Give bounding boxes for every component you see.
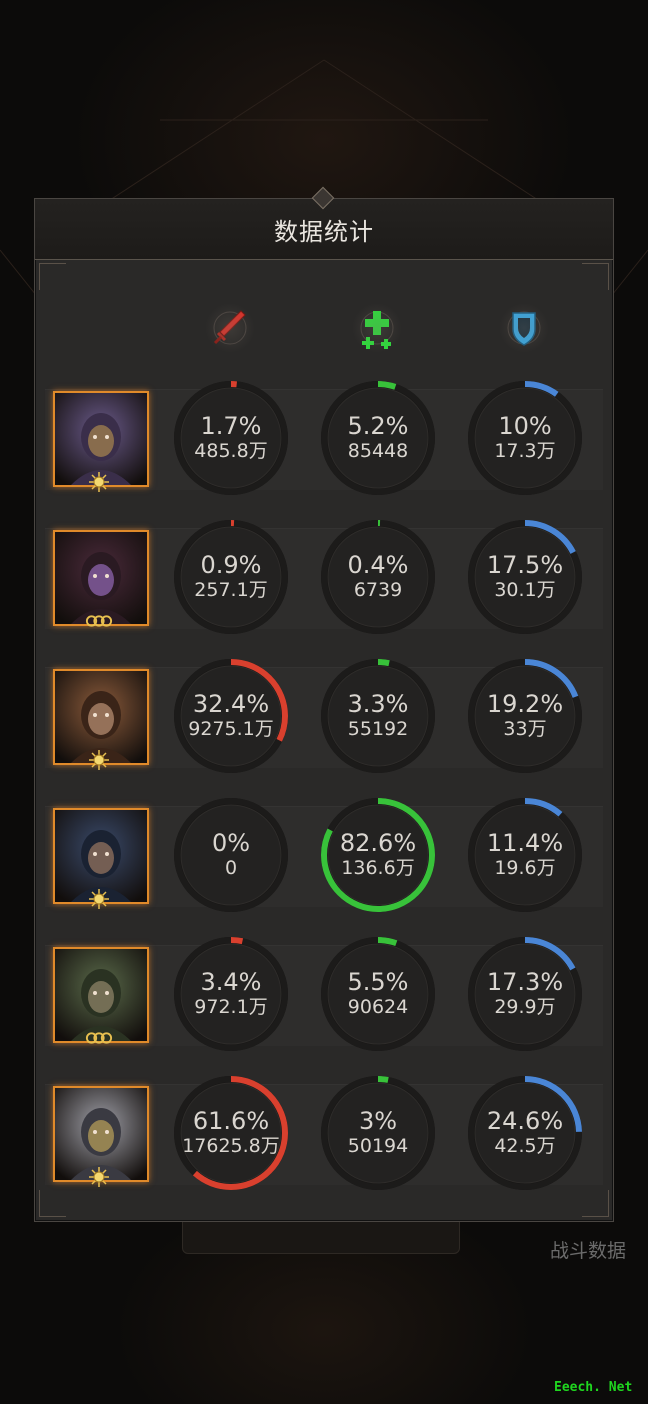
heal-stat-ring: 5.5% 90624 <box>319 935 437 1053</box>
battle-data-label[interactable]: 战斗数据 <box>550 1236 626 1263</box>
stat-percent: 3.4% <box>200 968 262 996</box>
stat-value: 972.1万 <box>194 996 268 1018</box>
corner-ornament <box>582 1190 609 1217</box>
heal-stat-ring: 0.4% 6739 <box>319 518 437 636</box>
stat-percent: 3% <box>358 1107 398 1135</box>
panel-title: 数据统计 <box>274 217 374 246</box>
stat-value: 42.5万 <box>494 1135 556 1157</box>
sun-badge-icon <box>85 1166 113 1188</box>
damage-column-icon <box>197 303 263 353</box>
damage-stat-ring: 0% 0 <box>172 796 290 914</box>
stat-value: 90624 <box>347 996 409 1018</box>
stat-value: 85448 <box>347 440 409 462</box>
damage-stat-ring: 32.4% 9275.1万 <box>172 657 290 775</box>
hero-row: 0% 0 82.6% 136.6万 11.4% 19.6万 <box>35 796 613 916</box>
heal-column-icon <box>344 303 410 353</box>
heal-stat-ring: 82.6% 136.6万 <box>319 796 437 914</box>
stat-percent: 5.5% <box>347 968 409 996</box>
stat-value: 257.1万 <box>194 579 268 601</box>
corner-ornament <box>39 263 66 290</box>
stat-value: 9275.1万 <box>188 718 274 740</box>
rings-badge-icon <box>85 1027 113 1049</box>
sun-badge-icon <box>85 471 113 493</box>
rings-badge-icon <box>85 610 113 632</box>
stat-value: 19.6万 <box>494 857 556 879</box>
sun-badge-icon <box>85 888 113 910</box>
stat-percent: 0% <box>211 829 251 857</box>
tank-stat-ring: 17.5% 30.1万 <box>466 518 584 636</box>
damage-stat-ring: 1.7% 485.8万 <box>172 379 290 497</box>
stat-percent: 5.2% <box>347 412 409 440</box>
hero-row: 32.4% 9275.1万 3.3% 55192 19.2% 33万 <box>35 657 613 777</box>
hero-row: 1.7% 485.8万 5.2% 85448 10% 17.3万 <box>35 379 613 499</box>
stat-percent: 0.4% <box>347 551 409 579</box>
stat-value: 17.3万 <box>494 440 556 462</box>
heal-stat-ring: 5.2% 85448 <box>319 379 437 497</box>
stat-value: 33万 <box>503 718 547 740</box>
stat-value: 50194 <box>347 1135 409 1157</box>
stat-percent: 32.4% <box>192 690 270 718</box>
sun-badge-icon <box>85 749 113 771</box>
damage-stat-ring: 0.9% 257.1万 <box>172 518 290 636</box>
corner-ornament <box>582 263 609 290</box>
stat-percent: 19.2% <box>486 690 564 718</box>
tank-stat-ring: 10% 17.3万 <box>466 379 584 497</box>
stat-percent: 17.5% <box>486 551 564 579</box>
stat-value: 55192 <box>347 718 409 740</box>
damage-stat-ring: 3.4% 972.1万 <box>172 935 290 1053</box>
panel-header: 数据统计 <box>35 186 613 260</box>
stat-percent: 24.6% <box>486 1107 564 1135</box>
stat-value: 29.9万 <box>494 996 556 1018</box>
stats-panel: 数据统计 1.7% 485.8万 5.2% 85448 10% 17.3万 0.9% 25 <box>34 186 614 1222</box>
hero-row: 3.4% 972.1万 5.5% 90624 17.3% 29.9万 <box>35 935 613 1055</box>
stat-value: 30.1万 <box>494 579 556 601</box>
hero-row: 61.6% 17625.8万 3% 50194 24.6% 42.5万 <box>35 1074 613 1194</box>
tank-stat-ring: 11.4% 19.6万 <box>466 796 584 914</box>
stat-percent: 0.9% <box>200 551 262 579</box>
corner-ornament <box>39 1190 66 1217</box>
tank-column-icon <box>491 303 557 353</box>
stat-percent: 1.7% <box>200 412 262 440</box>
hero-row: 0.9% 257.1万 0.4% 6739 17.5% 30.1万 <box>35 518 613 638</box>
stat-percent: 61.6% <box>192 1107 270 1135</box>
heal-stat-ring: 3% 50194 <box>319 1074 437 1192</box>
stat-percent: 10% <box>498 412 552 440</box>
watermark: Eeech. Net <box>554 1380 633 1395</box>
stat-value: 0 <box>224 857 238 879</box>
stat-percent: 3.3% <box>347 690 409 718</box>
heal-stat-ring: 3.3% 55192 <box>319 657 437 775</box>
stat-percent: 11.4% <box>486 829 564 857</box>
stat-value: 485.8万 <box>194 440 268 462</box>
stat-value: 17625.8万 <box>182 1135 280 1157</box>
stat-value: 6739 <box>353 579 403 601</box>
tank-stat-ring: 19.2% 33万 <box>466 657 584 775</box>
tank-stat-ring: 24.6% 42.5万 <box>466 1074 584 1192</box>
stat-percent: 17.3% <box>486 968 564 996</box>
tank-stat-ring: 17.3% 29.9万 <box>466 935 584 1053</box>
stat-value: 136.6万 <box>341 857 415 879</box>
stat-percent: 82.6% <box>339 829 417 857</box>
damage-stat-ring: 61.6% 17625.8万 <box>172 1074 290 1192</box>
